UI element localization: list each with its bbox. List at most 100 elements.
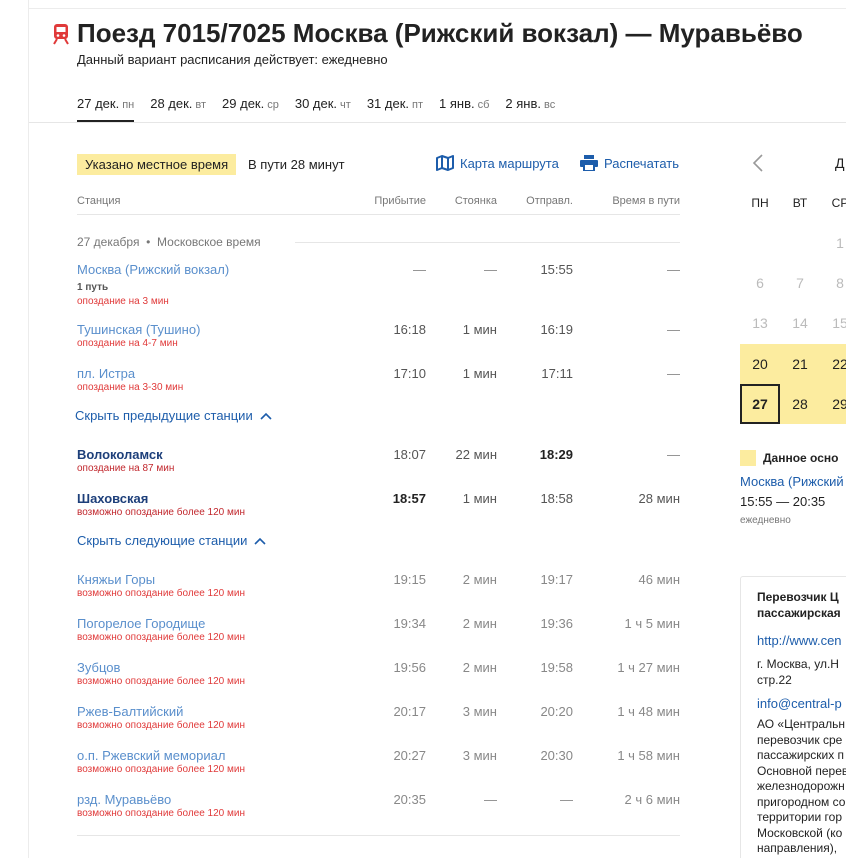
printer-icon (580, 155, 598, 171)
local-time-badge: Указано местное время (77, 154, 237, 175)
departure-time: 16:19 (540, 322, 573, 337)
delay-text: возможно опоздание более 120 мин (77, 588, 245, 599)
station-link[interactable]: Княжьи Горы (77, 572, 155, 587)
weekday-label: ВТ (792, 196, 808, 210)
station-link[interactable]: Погорелое Городище (77, 616, 205, 631)
date-tab-weekday: вс (544, 99, 556, 111)
delay-text: опоздание на 3-30 мин (77, 382, 184, 393)
date-tab-2-jan[interactable]: 2 янв. вс (505, 96, 555, 122)
stop-duration: 2 мин (462, 660, 497, 675)
date-tab-31-dec[interactable]: 31 дек. пт (367, 96, 423, 122)
carrier-desc-line: Московской (ко (757, 825, 843, 840)
departure-time: 19:36 (540, 616, 573, 631)
carrier-address-line: стр.22 (757, 673, 792, 687)
chevron-up-icon (254, 537, 266, 545)
date-tab-27-dec[interactable]: 27 дек. пн (77, 96, 135, 122)
route-link[interactable]: Москва (Рижский (740, 474, 844, 489)
calendar-day[interactable]: 20 (740, 344, 780, 384)
header-departure: Отправл. (526, 195, 573, 207)
calendar-day[interactable]: 21 (780, 344, 820, 384)
calendar-day[interactable]: 22 (820, 344, 846, 384)
calendar-day[interactable]: 29 (820, 384, 846, 424)
carrier-desc-line: перевозчик сре (757, 732, 843, 747)
date-tab-weekday: ср (267, 99, 279, 111)
station-link[interactable]: о.п. Ржевский мемориал (77, 748, 225, 763)
page-frame-left (28, 0, 29, 858)
departure-time: 20:20 (540, 704, 573, 719)
carrier-desc-line: АО «Центральн (757, 717, 845, 731)
carrier-email-link[interactable]: info@central-p (757, 696, 846, 711)
chevron-left-icon[interactable] (752, 154, 764, 172)
station-link[interactable]: Шаховская (77, 491, 148, 506)
hide-previous-stations-button[interactable]: Скрыть предыдущие станции (75, 408, 272, 423)
carrier-title-line: пассажирская (757, 606, 841, 620)
travel-time: — (667, 322, 680, 337)
stop-duration: 3 мин (462, 748, 497, 763)
chevron-up-icon (260, 412, 272, 420)
route-time: 15:55 — 20:35 (740, 494, 826, 509)
date-tab-day: 27 дек. (77, 96, 120, 111)
date-tab-weekday: вт (195, 99, 207, 111)
calendar-day-selected[interactable]: 27 (740, 384, 780, 424)
station-link[interactable]: Москва (Рижский вокзал) (77, 262, 229, 277)
delay-text: опоздание на 3 мин (77, 296, 169, 307)
platform-label: 1 путь (77, 282, 109, 293)
carrier-address: г. Москва, ул.Н стр.22 (757, 656, 846, 688)
route-map-button[interactable]: Карта маршрута (436, 155, 559, 171)
station-link[interactable]: Ржев-Балтийский (77, 704, 183, 719)
stop-duration: 2 мин (462, 616, 497, 631)
calendar-day[interactable]: 13 (740, 303, 780, 343)
travel-time: 46 мин (638, 572, 680, 587)
travel-time: — (667, 366, 680, 381)
date-tab-30-dec[interactable]: 30 дек. чт (295, 96, 351, 122)
calendar-day[interactable]: 1 (820, 223, 846, 263)
date-tab-day: 1 янв. (439, 96, 475, 111)
date-tab-weekday: пн (122, 99, 135, 111)
station-link[interactable]: Зубцов (77, 660, 120, 675)
date-tab-28-dec[interactable]: 28 дек. вт (150, 96, 206, 122)
arrival-time: 19:34 (393, 616, 426, 631)
calendar-day[interactable]: 6 (740, 263, 780, 303)
table-bottom-divider (77, 835, 680, 836)
arrival-time: 18:07 (393, 447, 426, 462)
carrier-desc-line: пассажирских п (757, 748, 845, 762)
calendar-day[interactable]: 7 (780, 263, 820, 303)
calendar-day[interactable]: 15 (820, 303, 846, 343)
travel-time: 1 ч 27 мин (617, 660, 680, 675)
date-tab-29-dec[interactable]: 29 дек. ср (222, 96, 279, 122)
page-frame-top (28, 8, 846, 9)
date-header-date: 27 декабря (77, 235, 140, 249)
station-link[interactable]: пл. Истра (77, 366, 135, 381)
stop-duration: — (484, 262, 497, 277)
stop-duration: 2 мин (462, 572, 497, 587)
header-station: Станция (77, 195, 121, 207)
stop-duration: — (484, 792, 497, 807)
carrier-desc-line: железнодорожн (757, 779, 845, 793)
station-link[interactable]: Волоколамск (77, 447, 163, 462)
carrier-desc-line: направления), (757, 841, 838, 855)
calendar-day[interactable]: 28 (780, 384, 820, 424)
stop-duration: 22 мин (455, 447, 497, 462)
date-tab-1-jan[interactable]: 1 янв. сб (439, 96, 489, 122)
hide-next-stations-button[interactable]: Скрыть следующие станции (77, 533, 266, 548)
date-tab-day: 28 дек. (150, 96, 193, 111)
departure-time: 20:30 (540, 748, 573, 763)
calendar-day[interactable]: 14 (780, 303, 820, 343)
carrier-title-line: Перевозчик Ц (757, 590, 839, 604)
route-map-label: Карта маршрута (460, 155, 559, 171)
departure-time: — (560, 792, 573, 807)
stop-duration: 3 мин (462, 704, 497, 719)
departure-time: 17:11 (541, 366, 573, 381)
station-link[interactable]: Тушинская (Тушино) (77, 322, 200, 337)
route-days: ежедневно (740, 515, 791, 526)
station-link[interactable]: рзд. Муравьёво (77, 792, 171, 807)
print-button[interactable]: Распечатать (580, 155, 679, 171)
carrier-desc-line: Основной перев (757, 763, 846, 778)
date-tab-weekday: чт (340, 99, 351, 111)
calendar-day[interactable]: 8 (820, 263, 846, 303)
travel-time: 1 ч 5 мин (624, 616, 680, 631)
carrier-website-link[interactable]: http://www.cen (757, 633, 846, 648)
weekday-label: СР (831, 196, 846, 210)
travel-time: 1 ч 58 мин (617, 748, 680, 763)
date-tab-day: 30 дек. (294, 96, 338, 111)
